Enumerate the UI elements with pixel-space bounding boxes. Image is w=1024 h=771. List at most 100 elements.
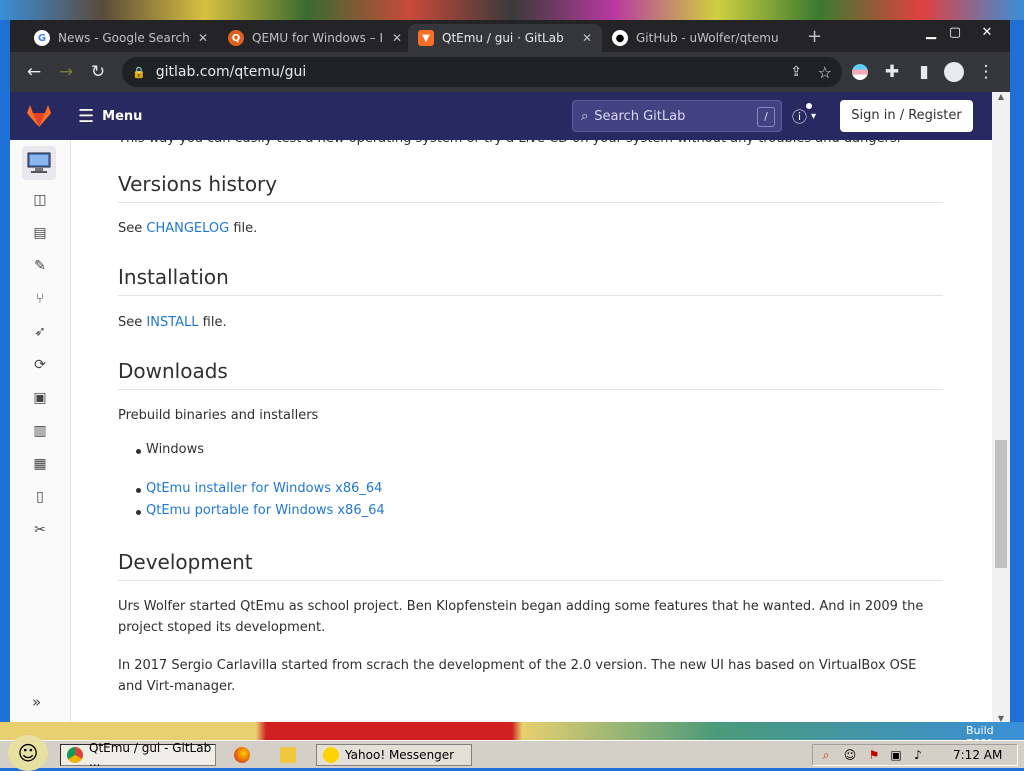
volume-icon[interactable]: ♪ [911, 748, 925, 762]
tab-strip: G News - Google Search ✕ Q QEMU for Wind… [10, 20, 1010, 52]
chevron-down-icon: ▾ [811, 111, 817, 122]
collapse-sidebar-icon[interactable]: » [32, 693, 41, 711]
network-icon[interactable]: ▣ [889, 748, 903, 762]
new-tab-button[interactable]: + [807, 28, 822, 46]
start-button[interactable]: ☺ [8, 735, 48, 771]
installation-heading: Installation [118, 265, 943, 296]
changelog-link[interactable]: CHANGELOG [146, 221, 229, 236]
project-overview-icon[interactable]: ◫ [30, 190, 50, 210]
tab-qtemu-gitlab[interactable]: ▼ QtEmu / gui · GitLab ✕ [408, 24, 602, 52]
task-label: QtEmu / gui - GitLab ... [89, 741, 212, 769]
menu-label: Menu [102, 109, 143, 124]
sign-in-button[interactable]: Sign in / Register [840, 100, 973, 132]
system-tray: ⌕ ☺ ⚑ ▣ ♪ 7:12 AM [812, 744, 1018, 766]
tab-title: GitHub - uWolfer/qtemu [636, 31, 779, 45]
gitlab-icon: ▼ [418, 30, 434, 46]
search-input[interactable]: ⌕ Search GitLab / [572, 100, 782, 132]
lock-icon: 🔒 [132, 65, 146, 79]
flag-error-icon[interactable]: ⚑ [867, 748, 881, 762]
ci-cd-rocket-icon[interactable]: ➶ [30, 322, 50, 342]
qemu-icon: Q [228, 30, 244, 46]
browser-toolbar: ← → ↻ 🔒 gitlab.com/qtemu/gui ⇪ ☆ ✚ ▮ ⋮ [10, 52, 1010, 92]
gitlab-header: ☰ Menu ⌕ Search GitLab / ⓘ ▾ Sign in / R… [10, 92, 992, 140]
chrome-icon [67, 747, 83, 763]
share-icon[interactable]: ⇪ [790, 64, 802, 80]
installer-download-link[interactable]: QtEmu installer for Windows x86_64 [146, 481, 382, 496]
list-bullet [136, 449, 141, 454]
tab-title: QtEmu / gui · GitLab [442, 31, 564, 45]
desktop-edge-right [1010, 20, 1024, 725]
merge-requests-icon[interactable]: ⑂ [30, 289, 50, 309]
tab-qemu-windows[interactable]: Q QEMU for Windows – I ✕ [218, 24, 412, 52]
gitlab-logo-icon[interactable] [26, 104, 52, 128]
help-menu[interactable]: ⓘ ▾ [792, 103, 817, 127]
computer-icon [27, 152, 51, 173]
install-link[interactable]: INSTALL [146, 315, 198, 330]
web-page: ☰ Menu ⌕ Search GitLab / ⓘ ▾ Sign in / R… [10, 92, 1010, 725]
forward-button[interactable]: → [54, 60, 78, 84]
help-icon: ⓘ [792, 108, 808, 126]
extension-flag-icon[interactable] [848, 60, 872, 84]
issues-icon[interactable]: ✎ [30, 256, 50, 276]
close-icon[interactable]: ✕ [582, 31, 592, 45]
reload-button[interactable]: ↻ [86, 60, 110, 84]
google-icon: G [34, 30, 50, 46]
desktop-wallpaper-bottom [0, 722, 1024, 740]
close-window-button[interactable]: ✕ [972, 22, 1002, 44]
tab-github-qtemu[interactable]: ● GitHub - uWolfer/qtemu [602, 24, 802, 52]
clock[interactable]: 7:12 AM [953, 748, 1002, 762]
chrome-window: G News - Google Search ✕ Q QEMU for Wind… [10, 20, 1010, 725]
list-bullet [136, 488, 141, 493]
close-icon[interactable]: ✕ [392, 31, 402, 45]
task-label: Yahoo! Messenger [345, 748, 455, 762]
search-icon[interactable]: ⌕ [819, 748, 833, 762]
taskbar-yahoo-messenger[interactable]: Yahoo! Messenger [316, 744, 472, 766]
taskbar-chrome-gitlab[interactable]: QtEmu / gui - GitLab ... [60, 741, 216, 769]
url-text: gitlab.com/qtemu/gui [155, 64, 307, 80]
kebab-menu-icon[interactable]: ⋮ [974, 60, 998, 84]
search-icon: ⌕ [581, 108, 589, 124]
desktop-edge-left [0, 20, 10, 725]
taskbar: ☺ QtEmu / gui - GitLab ... Yahoo! Messen… [0, 735, 1024, 771]
menu-button[interactable]: ☰ Menu [78, 106, 142, 127]
taskbar-explorer[interactable] [274, 744, 304, 766]
analytics-chart-icon[interactable]: ▦ [30, 454, 50, 474]
page-scrollbar[interactable] [992, 92, 1010, 725]
versions-heading: Versions history [118, 172, 943, 203]
intro-text: This way you can easily test a new opera… [118, 140, 943, 149]
installation-paragraph: See INSTALL file. [118, 315, 227, 330]
project-avatar[interactable] [22, 146, 56, 180]
tab-title: QEMU for Windows – I [252, 31, 384, 45]
scroll-up-arrow-icon[interactable]: ▲ [995, 92, 1007, 101]
profile-avatar-icon[interactable] [942, 60, 966, 84]
repository-icon[interactable]: ▤ [30, 223, 50, 243]
maximize-button[interactable]: ▢ [940, 22, 970, 44]
development-heading: Development [118, 550, 943, 581]
folder-icon [280, 747, 296, 763]
extensions-puzzle-icon[interactable]: ✚ [880, 60, 904, 84]
packages-icon[interactable]: ▣ [30, 388, 50, 408]
address-bar[interactable]: 🔒 gitlab.com/qtemu/gui ⇪ ☆ [122, 57, 842, 87]
scrollbar-thumb[interactable] [995, 440, 1007, 568]
github-icon: ● [612, 30, 628, 46]
tab-google-search[interactable]: G News - Google Search ✕ [24, 24, 218, 52]
snippets-scissors-icon[interactable]: ✂ [30, 520, 50, 540]
smiley-tray-icon[interactable]: ☺ [843, 748, 857, 762]
portable-download-link[interactable]: QtEmu portable for Windows x86_64 [146, 503, 385, 518]
deployments-icon[interactable]: ⟳ [30, 355, 50, 375]
wiki-book-icon[interactable]: ▯ [30, 487, 50, 507]
desktop-wallpaper-top [0, 0, 1024, 20]
downloads-text: Prebuild binaries and installers [118, 408, 319, 423]
list-bullet [136, 510, 141, 515]
downloads-heading: Downloads [118, 359, 943, 390]
bookmark-star-icon[interactable]: ☆ [818, 63, 832, 82]
monitor-icon[interactable]: ▥ [30, 421, 50, 441]
list-item-windows: Windows [146, 442, 205, 457]
back-button[interactable]: ← [22, 60, 46, 84]
side-panel-icon[interactable]: ▮ [912, 60, 936, 84]
smiley-start-icon: ☺ [17, 741, 39, 765]
taskbar-firefox[interactable] [228, 744, 258, 766]
close-icon[interactable]: ✕ [198, 31, 208, 45]
project-sidebar: ◫ ▤ ✎ ⑂ ➶ ⟳ ▣ ▥ ▦ ▯ ✂ » [10, 140, 71, 725]
readme-content: This way you can easily test a new opera… [118, 140, 943, 725]
